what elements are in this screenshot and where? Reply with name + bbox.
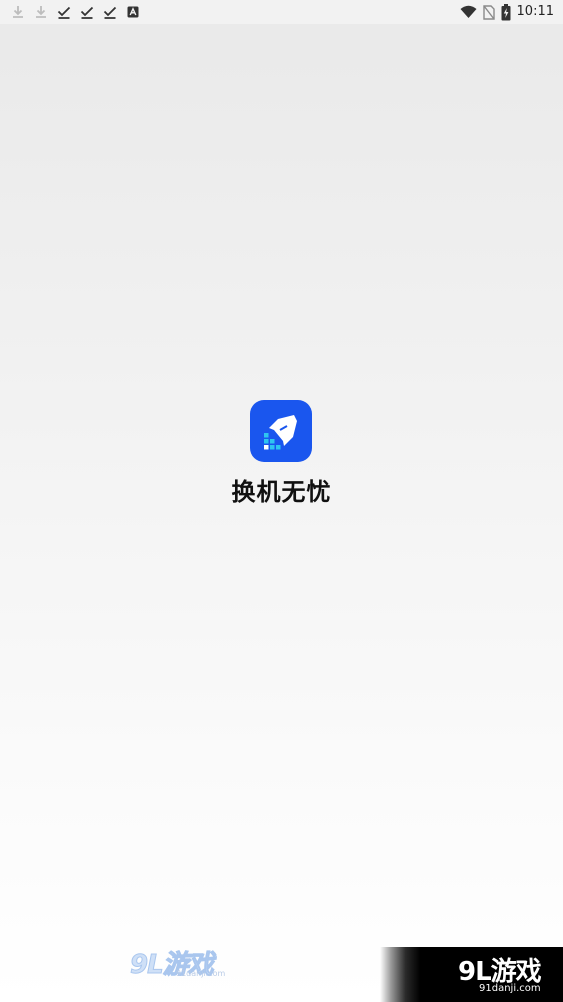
status-bar: 10:11 — [0, 0, 563, 24]
battery-charging-icon — [501, 3, 511, 20]
wifi-icon — [460, 5, 477, 18]
no-sim-icon — [482, 4, 495, 20]
watermark-right: 9L游戏 91danji.com — [380, 947, 563, 1002]
notification-icons — [10, 3, 141, 21]
check-icon — [57, 6, 71, 19]
download-icon — [13, 6, 23, 18]
check-icon — [80, 6, 94, 19]
rocket-icon — [264, 415, 297, 450]
check-icon — [103, 6, 117, 19]
app-name: 换机无忧 — [231, 478, 332, 506]
app-icon — [250, 400, 312, 462]
watermark-url: 91danji.com — [176, 969, 226, 978]
status-time: 10:11 — [516, 4, 554, 19]
watermark-left: 9L游戏 91danji.com — [130, 944, 230, 984]
system-icons: 10:11 — [460, 2, 554, 22]
a-box-icon — [127, 6, 139, 18]
watermark-url: 91danji.com — [479, 983, 541, 994]
download-icon — [36, 6, 46, 18]
